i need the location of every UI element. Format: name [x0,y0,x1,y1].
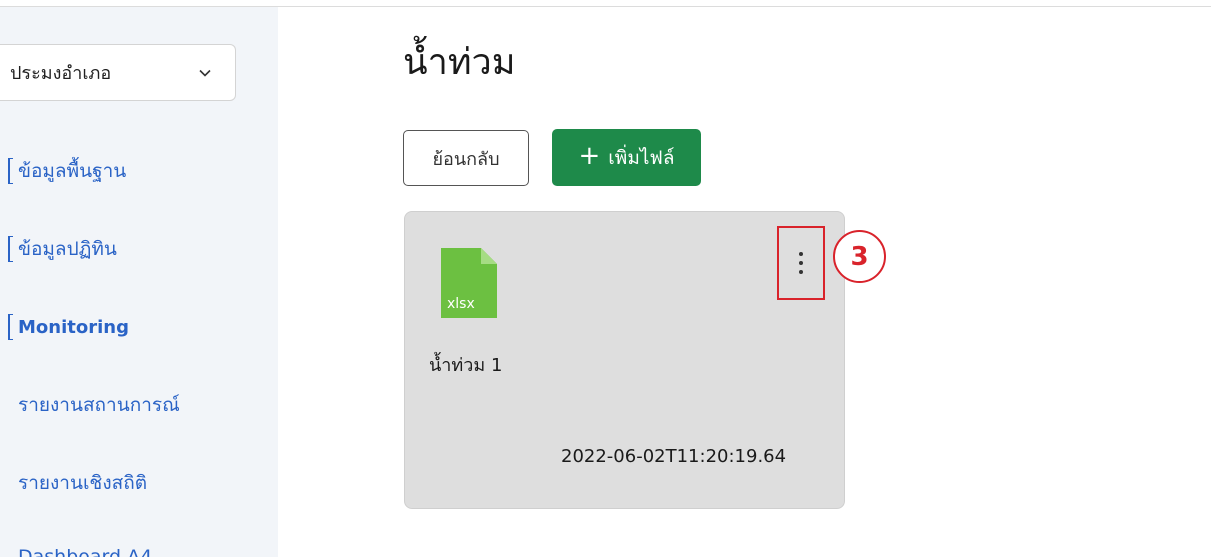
sidebar-item-basic-data[interactable]: ข้อมูลพื้นฐาน [0,151,278,191]
sidebar-item-label: Monitoring [18,316,129,338]
sidebar-item-marker [8,314,13,340]
file-name: น้ำท่วม 1 [429,355,503,376]
kebab-menu-icon[interactable] [777,226,825,300]
sidebar-item-label: รายงานสถานการณ์ [18,394,180,416]
sidebar-item-label: Dashboard A4 [18,546,153,557]
sidebar-item-label: รายงานเชิงสถิติ [18,472,148,494]
district-select-value: ประมงอำเภอ [10,63,112,84]
xlsx-file-icon: xlsx [441,248,497,318]
page: ประมงอำเภอ ข้อมูลพื้นฐาน ข้อมูลปฏิทิน Mo… [0,0,1211,557]
sidebar-item-label: ข้อมูลปฏิทิน [18,238,117,260]
sidebar: ประมงอำเภอ ข้อมูลพื้นฐาน ข้อมูลปฏิทิน Mo… [0,7,278,557]
sidebar-item-dashboard-a4[interactable]: Dashboard A4 [0,537,278,557]
sidebar-item-calendar-data[interactable]: ข้อมูลปฏิทิน [0,229,278,269]
sidebar-item-marker [8,158,13,184]
sidebar-item-statistics-report[interactable]: รายงานเชิงสถิติ [0,463,278,503]
sidebar-item-situation-report[interactable]: รายงานสถานการณ์ [0,385,278,425]
district-select[interactable]: ประมงอำเภอ [0,44,236,101]
menu-dot [799,270,803,274]
step-annotation-badge: 3 [833,230,886,283]
file-date: 2022-06-02T11:20:19.64 [561,446,787,467]
add-file-label: เพิ่มไฟล์ [608,146,675,169]
add-file-button[interactable]: + เพิ่มไฟล์ [552,129,701,186]
page-title: น้ำท่วม [403,42,516,83]
file-type-label: xlsx [447,296,475,312]
sidebar-item-monitoring[interactable]: Monitoring [0,307,278,347]
menu-dot [799,261,803,265]
chevron-down-icon [199,69,211,77]
sidebar-item-label: ข้อมูลพื้นฐาน [18,160,127,182]
menu-dot [799,252,803,256]
file-card[interactable]: xlsx น้ำท่วม 1 2022-06-02T11:20:19.64 [404,211,845,509]
plus-icon: + [578,141,601,171]
back-button[interactable]: ย้อนกลับ [403,130,529,186]
sidebar-item-marker [8,236,13,262]
